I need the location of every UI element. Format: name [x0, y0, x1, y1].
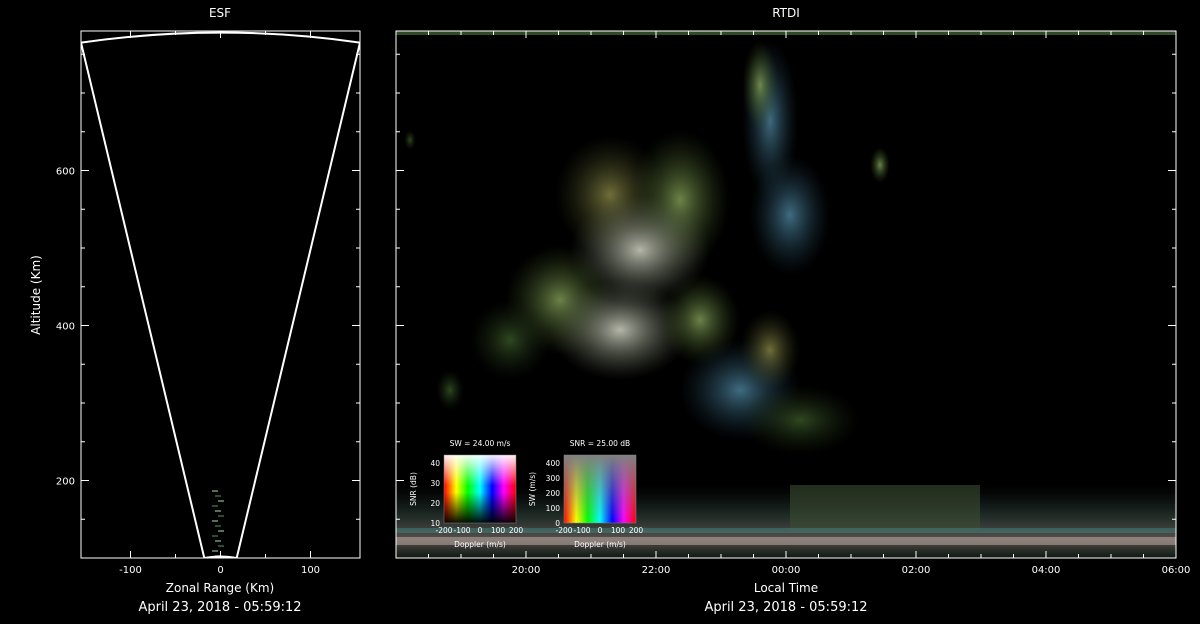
esf-echo-speckle: [218, 500, 224, 502]
esf-ytick-label: 600: [56, 167, 75, 178]
esf-echo-speckle: [212, 505, 218, 507]
legend-xtick-label: 100: [491, 526, 506, 535]
esf-beam-outline: [81, 31, 360, 558]
legend-ytick-label: 100: [546, 504, 561, 513]
rtdi-xtick-label: 00:00: [772, 565, 801, 576]
legend2-ylabel: SW (m/s): [528, 472, 537, 506]
esf-echo-speckle: [218, 515, 224, 517]
legend1-ylabel: SNR (dB): [409, 472, 418, 506]
legend-xtick-label: 200: [509, 526, 524, 535]
legend-ytick-label: 40: [430, 459, 440, 468]
esf-title: ESF: [209, 6, 231, 20]
legend-ytick-label: 200: [546, 489, 561, 498]
esf-echo-speckle: [218, 530, 224, 532]
legend-xtick-label: 0: [478, 526, 483, 535]
esf-axis-ticks: -100 0 100 200 400 600: [56, 31, 360, 576]
figure: ESF RTDI -100 0 100200400600 Altitude (Km)…: [29, 6, 1191, 615]
esf-near-echo: [212, 490, 224, 557]
legend-xtick-label: -100: [453, 526, 470, 535]
esf-echo-speckle: [215, 540, 221, 542]
legend-ytick-label: 10: [430, 519, 440, 528]
legend-xtick-label: -100: [573, 526, 590, 535]
esf-echo-speckle: [215, 495, 221, 497]
esf-xtick-label: -100: [119, 565, 142, 576]
rtdi-xtick-label: 20:00: [512, 565, 541, 576]
legend-ytick-label: 20: [430, 499, 440, 508]
legend-ytick-label: 30: [430, 479, 440, 488]
esf-xtick-label: 0: [217, 565, 223, 576]
esf-echo-speckle: [212, 490, 218, 492]
legend-ytick-label: 400: [546, 459, 561, 468]
legend-xtick-label: 100: [611, 526, 626, 535]
rtdi-xtick-label: 22:00: [642, 565, 671, 576]
legend2-xlabel: Doppler (m/s): [574, 540, 626, 549]
rtdi-xtick-label: 06:00: [1162, 565, 1191, 576]
rtdi-xlabel: Local Time: [754, 581, 818, 595]
rtdi-xtick-label: 04:00: [1032, 565, 1061, 576]
esf-panel: [81, 31, 360, 558]
esf-ylabel: Altitude (Km): [29, 255, 43, 335]
legend2-title: SNR = 25.00 dB: [570, 439, 630, 448]
esf-echo-speckle: [212, 520, 218, 522]
legend1-xlabel: Doppler (m/s): [454, 540, 506, 549]
legend-ytick-label: 0: [555, 519, 560, 528]
esf-echo-speckle: [218, 545, 224, 547]
esf-echo-speckle: [215, 510, 221, 512]
legend-xtick-label: 0: [598, 526, 603, 535]
esf-echo-speckle: [212, 535, 218, 537]
legend-ytick-label: 300: [546, 474, 561, 483]
esf-date: April 23, 2018 - 05:59:12: [138, 600, 301, 615]
rtdi-date: April 23, 2018 - 05:59:12: [704, 600, 867, 615]
esf-ytick-label: 400: [56, 322, 75, 333]
esf-xlabel: Zonal Range (Km): [166, 581, 274, 595]
rtdi-xtick-label: 02:00: [902, 565, 931, 576]
legend1-title: SW = 24.00 m/s: [450, 439, 511, 448]
esf-xtick-label: 100: [301, 565, 320, 576]
legend-xtick-label: 200: [629, 526, 644, 535]
esf-ytick-label: 200: [56, 477, 75, 488]
esf-echo-speckle: [215, 525, 221, 527]
rtdi-plume-echo: [404, 40, 890, 455]
rtdi-title: RTDI: [772, 6, 800, 20]
esf-frame: [80, 30, 361, 559]
esf-echo-speckle: [212, 550, 218, 552]
